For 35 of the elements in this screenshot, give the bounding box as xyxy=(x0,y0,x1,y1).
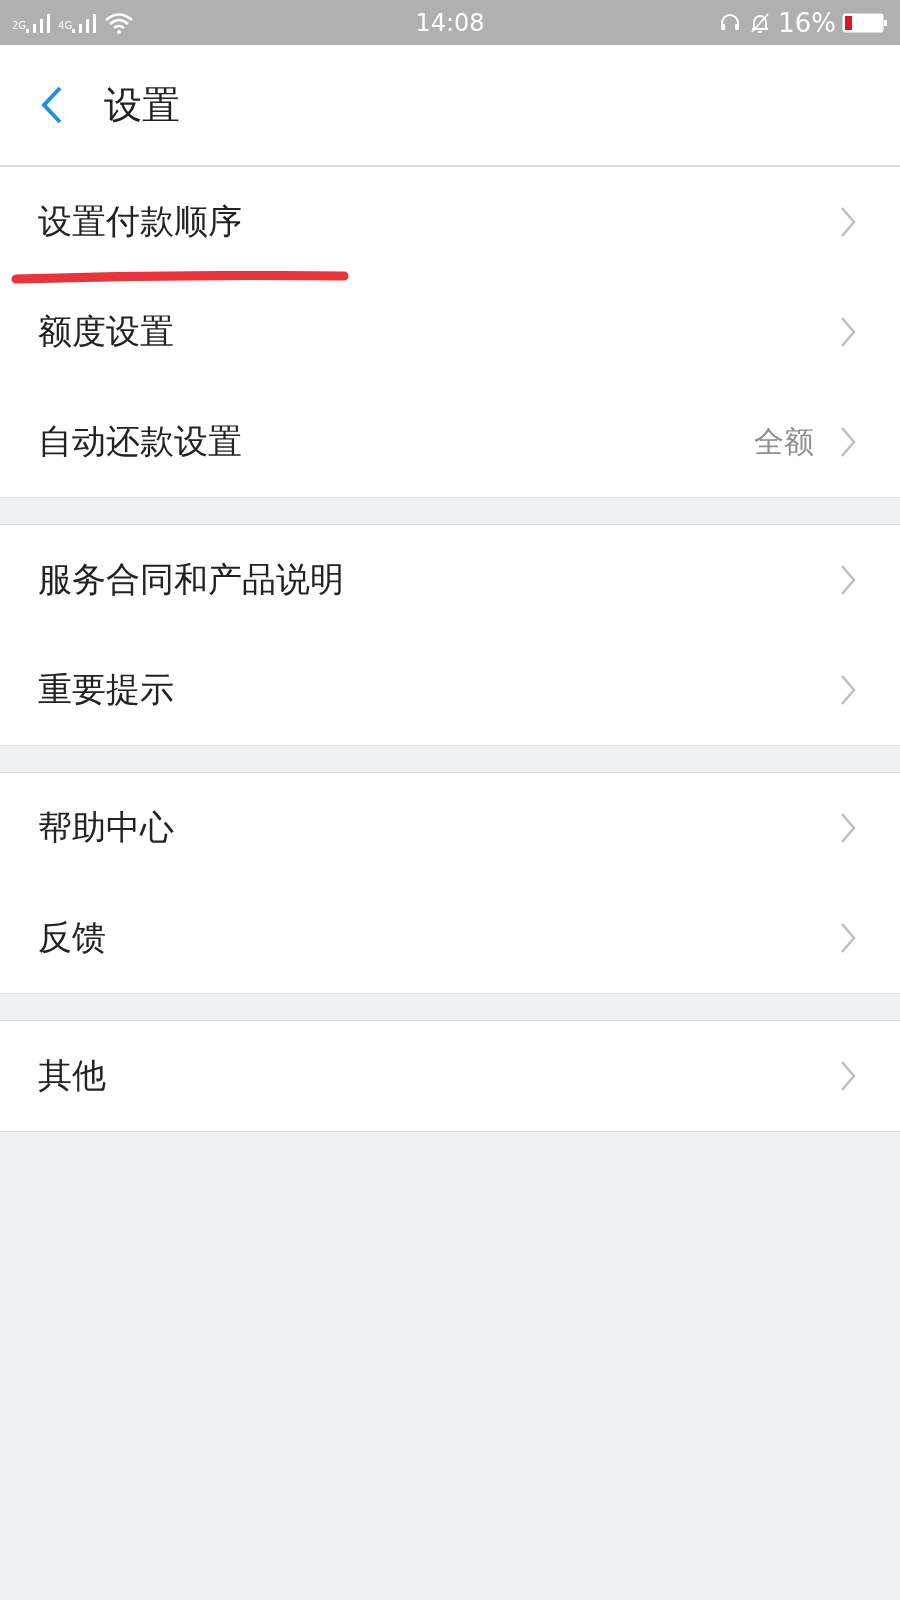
row-label: 重要提示 xyxy=(38,668,175,711)
chevron-icon xyxy=(840,206,856,238)
settings-row[interactable]: 设置付款顺序 xyxy=(0,167,900,277)
status-time: 14:08 xyxy=(415,8,485,37)
settings-row[interactable]: 帮助中心 xyxy=(0,773,900,883)
settings-row[interactable]: 自动还款设置 全额 xyxy=(0,387,900,497)
battery-percent: 16% xyxy=(778,7,836,38)
row-value: 全额 xyxy=(754,422,814,461)
settings-row[interactable]: 服务合同和产品说明 xyxy=(0,525,900,635)
chevron-icon xyxy=(840,316,856,348)
row-label: 其他 xyxy=(38,1054,107,1097)
page-title: 设置 xyxy=(104,81,180,129)
row-label: 自动还款设置 xyxy=(38,420,243,463)
signal-icon xyxy=(26,11,53,34)
settings-row[interactable]: 重要提示 xyxy=(0,635,900,745)
row-label: 反馈 xyxy=(38,916,107,959)
settings-row[interactable]: 其他 xyxy=(0,1021,900,1131)
chevron-icon xyxy=(840,922,856,954)
row-label: 服务合同和产品说明 xyxy=(38,558,345,601)
chevron-icon xyxy=(840,812,856,844)
row-label: 设置付款顺序 xyxy=(38,200,243,243)
chevron-icon xyxy=(840,1060,856,1092)
row-label: 额度设置 xyxy=(38,310,175,353)
chevron-icon xyxy=(840,426,856,458)
network-label: 2G xyxy=(12,19,27,31)
wifi-icon xyxy=(104,11,135,34)
settings-row[interactable]: 反馈 xyxy=(0,883,900,993)
signal-icon xyxy=(72,11,99,34)
chevron-icon xyxy=(840,674,856,706)
back-icon[interactable] xyxy=(40,85,64,125)
network-label: 4G xyxy=(58,19,73,31)
row-label: 帮助中心 xyxy=(38,806,175,849)
battery-icon xyxy=(842,11,888,34)
chevron-icon xyxy=(840,564,856,596)
settings-row[interactable]: 额度设置 xyxy=(0,277,900,387)
